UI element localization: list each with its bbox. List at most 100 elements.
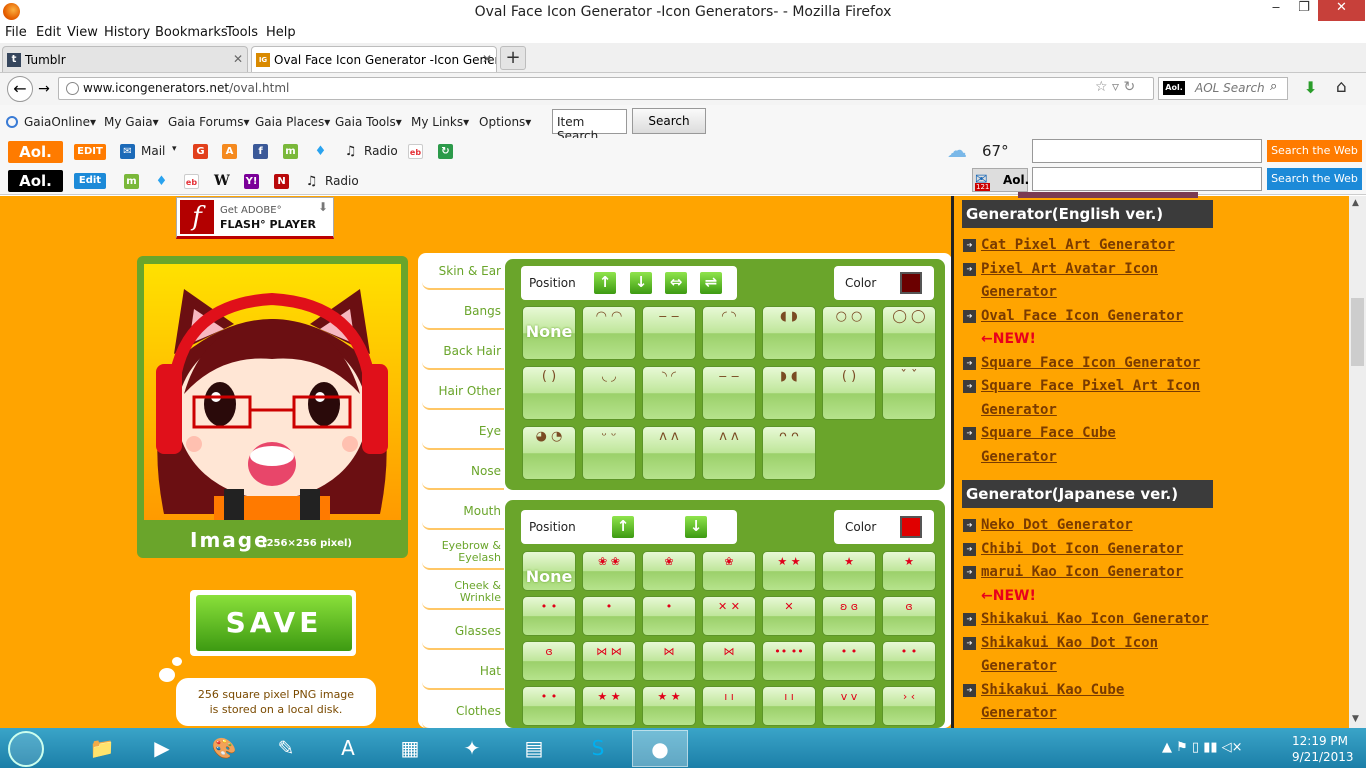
part-option[interactable]: v v [822,686,876,726]
part-option[interactable]: ⋈ [702,641,756,681]
refresh-app-icon[interactable]: ↻ [438,144,453,159]
color-swatch-top[interactable] [900,272,922,294]
search-icon[interactable]: ⌕ [1270,79,1277,94]
part-option[interactable]: • [642,596,696,636]
options-menu[interactable]: Options▾ [479,115,531,129]
gaia-places-menu[interactable]: Gaia Places▾ [255,115,330,129]
generator-jp-link-5[interactable]: ➔ Shikakui Kao Cube [963,682,1124,698]
part-option[interactable]: ◖ ◗ [762,306,816,360]
netflix-icon[interactable]: N [274,174,289,189]
part-option[interactable]: •• •• [762,641,816,681]
aol-edit-button[interactable]: EDIT [74,144,106,160]
part-option[interactable]: ‒ ‒ [642,306,696,360]
aol-search-input-1[interactable] [1032,139,1262,163]
part-option[interactable]: ❀ ❀ [582,551,636,591]
generator-jp-link-5-cont[interactable]: Generator [981,705,1057,721]
app-icon[interactable]: ✦ [444,730,500,767]
generator-en-link-5[interactable]: ➔ Square Face Cube [963,425,1116,441]
file-explorer-icon[interactable]: 📁 [74,730,130,767]
menu-file[interactable]: File [5,25,27,40]
part-option[interactable]: ★ ★ [582,686,636,726]
category-tab-eye[interactable]: Eye [422,416,504,450]
category-tab-eyebrow-eyelash[interactable]: Eyebrow & Eyelash [422,536,504,570]
twitter-icon[interactable]: ♦ [313,144,328,159]
generator-en-link-1[interactable]: ➔ Pixel Art Avatar Icon [963,261,1158,277]
part-option[interactable]: ı ı [762,686,816,726]
part-option[interactable]: ○ ○ [822,306,876,360]
part-option[interactable]: • • [882,641,936,681]
tab-oval-face[interactable]: IG Oval Face Icon Generator -Icon Gener.… [251,46,497,72]
generator-en-link-5-cont[interactable]: Generator [981,449,1057,465]
close-tab-icon[interactable]: ✕ [233,52,243,66]
category-tab-mouth[interactable]: Mouth [422,496,504,530]
color-swatch-bottom[interactable] [900,516,922,538]
part-option[interactable]: ᴖ ᴖ [762,426,816,480]
part-option[interactable]: › ‹ [882,686,936,726]
wordpad-icon[interactable]: A [320,730,376,767]
generator-en-link-4-cont[interactable]: Generator [981,402,1057,418]
category-tab-nose[interactable]: Nose [422,456,504,490]
move-up-button[interactable]: ↑ [592,270,618,296]
part-option[interactable]: ⋈ ⋈ [582,641,636,681]
close-window-button[interactable]: ✕ [1318,0,1365,21]
menu-edit[interactable]: Edit [36,25,61,40]
close-tab-icon[interactable]: ✕ [482,52,492,66]
move-down-button[interactable]: ↓ [683,514,709,540]
menu-history[interactable]: History [104,25,150,40]
download-icon[interactable]: ⬇ [1304,78,1317,97]
mail-link[interactable]: Mail [141,144,165,158]
moviefone-icon[interactable]: m [124,174,139,189]
facebook-icon[interactable]: f [253,144,268,159]
part-option[interactable]: ★ [822,551,876,591]
menu-view[interactable]: View [67,25,98,40]
maximize-button[interactable]: ❐ [1290,0,1318,21]
new-tab-button[interactable]: + [500,46,526,70]
radio-link[interactable]: Radio [364,144,398,158]
radio-link-2[interactable]: Radio [325,174,359,188]
menu-bookmarks[interactable]: Bookmarks [155,25,228,40]
generator-en-link-0[interactable]: ➔ Cat Pixel Art Generator [963,237,1175,253]
category-tab-glasses[interactable]: Glasses [422,616,504,650]
generator-en-link-2[interactable]: ➔ Oval Face Icon Generator [963,308,1183,324]
scroll-up-icon[interactable]: ▲ [1352,198,1359,208]
generator-jp-link-4-cont[interactable]: Generator [981,658,1057,674]
part-option[interactable]: ɞ [882,596,936,636]
huffpost-icon[interactable]: A [222,144,237,159]
part-option[interactable]: ◕ ◔ [522,426,576,480]
monitor-icon[interactable]: ▤ [506,730,562,767]
skype-icon[interactable]: S [570,730,626,767]
part-option[interactable]: • • [522,596,576,636]
url-text[interactable]: www.icongenerators.net/oval.html [83,81,289,95]
part-option[interactable]: ◠ ◠ [582,306,636,360]
part-option[interactable]: ★ ★ [642,686,696,726]
twitter-icon[interactable]: ♦ [154,174,169,189]
part-option[interactable]: ◝ ◜ [642,366,696,420]
paint-icon[interactable]: 🎨 [196,730,252,767]
category-tab-hat[interactable]: Hat [422,656,504,690]
part-option[interactable]: ✕ [762,596,816,636]
part-option[interactable]: ★ [882,551,936,591]
yahoo-icon[interactable]: Y! [244,174,259,189]
forward-button[interactable]: → [35,80,53,98]
weather-temp[interactable]: 67° [982,142,1009,160]
part-option[interactable]: ◗ ◖ [762,366,816,420]
category-tab-clothes[interactable]: Clothes [422,696,504,730]
aol-search-input-2[interactable] [1032,167,1262,191]
aol-edit-button-2[interactable]: Edit [74,173,106,189]
moviefone-icon[interactable]: m [283,144,298,159]
item-search-input[interactable]: Item Search... [552,109,627,143]
category-tab-hair-other[interactable]: Hair Other [422,376,504,410]
part-option[interactable]: ❀ [642,551,696,591]
bookmark-star-icon[interactable]: ☆ ▿ ↻ [1095,79,1135,95]
search-the-web-button-1[interactable]: Search the Web [1267,140,1362,162]
mail-dropdown-icon[interactable]: ▾ [172,144,177,154]
part-option[interactable]: ˇ ˇ [882,366,936,420]
part-option[interactable]: ❀ [702,551,756,591]
part-option[interactable]: ᵕ ᵕ [582,426,636,480]
move-up-button[interactable]: ↑ [610,514,636,540]
my-gaia-menu[interactable]: My Gaia▾ [104,115,159,129]
generator-jp-link-1[interactable]: ➔ Chibi Dot Icon Generator [963,541,1183,557]
page-scrollbar[interactable] [1349,196,1366,728]
generator-jp-link-0[interactable]: ➔ Neko Dot Generator [963,517,1133,533]
tab-tumblr[interactable]: t Tumblr ✕ [2,46,248,72]
